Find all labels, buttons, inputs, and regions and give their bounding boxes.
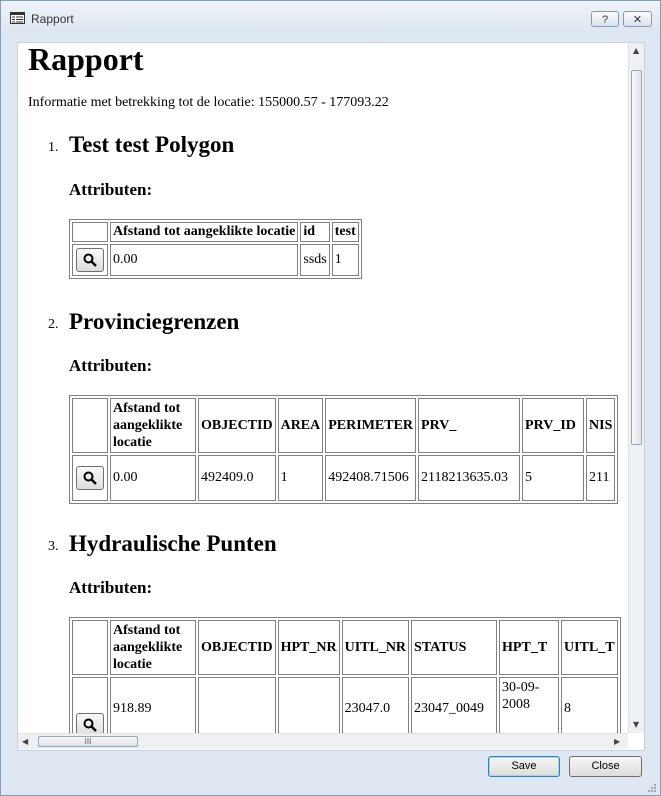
section-number: 2.: [48, 317, 59, 332]
magnifier-icon: [83, 253, 97, 267]
table-cell: 23047_0049: [411, 677, 498, 733]
attribute-table: Afstand tot aangeklikte locatie id test: [69, 219, 362, 279]
location-info: Informatie met betrekking tot de locatie…: [28, 95, 389, 110]
table-header: Afstand tot aangeklikte locatie: [110, 222, 299, 242]
window-close-button[interactable]: ✕: [623, 11, 652, 27]
vertical-scrollbar[interactable]: ▲ ▼: [628, 43, 644, 733]
section-title: Provinciegrenzen: [69, 309, 240, 334]
scroll-right-arrow-icon[interactable]: ▶: [614, 737, 620, 746]
magnifier-icon: [83, 718, 97, 732]
table-cell: 0.00: [110, 455, 196, 501]
table-cell: 5: [522, 455, 585, 501]
section-number: 1.: [48, 140, 59, 155]
horizontal-scroll-thumb[interactable]: III: [38, 736, 138, 747]
table-cell: 1: [331, 244, 359, 276]
table-cell: 211: [586, 455, 616, 501]
empty-header-cell: [72, 620, 108, 675]
horizontal-scrollbar[interactable]: ◀ III ▶: [18, 733, 628, 749]
table-row: 0.00 492409.0 1 492408.71506 2118213635.…: [72, 455, 616, 501]
table-row: 0.00 ssds 1: [72, 244, 359, 276]
section-number: 3.: [48, 539, 59, 554]
table-cell: 492409.0: [198, 455, 276, 501]
report-dialog: Rapport ? ✕ Rapport Informatie met betre…: [0, 0, 661, 796]
table-cell: 1: [277, 455, 324, 501]
table-header: PRV_ID: [522, 398, 585, 453]
close-button[interactable]: Close: [569, 756, 642, 777]
table-header: PRV_: [418, 398, 521, 453]
table-header-row: Afstand tot aangeklikte locatie id test: [72, 222, 359, 242]
zoom-cell: [72, 455, 108, 501]
report-window-icon: [10, 12, 25, 24]
table-cell: [198, 677, 276, 733]
section-title: Test test Polygon: [69, 132, 235, 157]
table-header: AREA: [277, 398, 324, 453]
table-cell: 23047.0: [341, 677, 410, 733]
table-header: HPT_NR: [277, 620, 340, 675]
table-header: OBJECTID: [198, 620, 276, 675]
attribute-table: Afstand tot aangeklikte locatie OBJECTID…: [69, 617, 621, 733]
table-cell: 30-09-2008: [499, 677, 560, 733]
resize-grip-icon[interactable]: [647, 783, 657, 793]
table-header: HPT_T: [499, 620, 560, 675]
table-header: Afstand tot aangeklikte locatie: [110, 620, 196, 675]
table-header: id: [300, 222, 330, 242]
table-header: UITL_NR: [341, 620, 410, 675]
empty-header-cell: [72, 398, 108, 453]
table-header: OBJECTID: [198, 398, 276, 453]
table-header: UITL_T: [561, 620, 618, 675]
table-cell: [277, 677, 340, 733]
help-icon: ?: [601, 14, 609, 26]
table-header: PERIMETER: [325, 398, 417, 453]
zoom-to-feature-button[interactable]: [76, 466, 104, 490]
table-cell: 8: [561, 677, 618, 733]
scroll-down-arrow-icon[interactable]: ▼: [633, 720, 639, 729]
table-cell: ssds: [300, 244, 330, 276]
table-cell: 2118213635.03: [418, 455, 521, 501]
section-subtitle: Attributen:: [69, 180, 153, 199]
table-header-row: Afstand tot aangeklikte locatie OBJECTID…: [72, 620, 618, 675]
vertical-scroll-thumb[interactable]: [631, 70, 642, 445]
table-cell: 492408.71506: [325, 455, 417, 501]
table-header: STATUS: [411, 620, 498, 675]
zoom-cell: [72, 244, 108, 276]
magnifier-icon: [83, 471, 97, 485]
table-cell: 918.89: [110, 677, 196, 733]
scroll-up-arrow-icon[interactable]: ▲: [633, 46, 639, 55]
zoom-cell: [72, 677, 108, 733]
table-header: NIS: [586, 398, 616, 453]
table-header: test: [331, 222, 359, 242]
table-header: Afstand tot aangeklikte locatie: [110, 398, 196, 453]
table-header-row: Afstand tot aangeklikte locatie OBJECTID…: [72, 398, 616, 453]
zoom-to-feature-button[interactable]: [76, 713, 104, 733]
table-row: 918.89 23047.0 23047_0049 30-09-2008 8: [72, 677, 618, 733]
window-title: Rapport: [31, 12, 74, 26]
title-bar[interactable]: Rapport ? ✕: [1, 1, 660, 37]
section-subtitle: Attributen:: [69, 578, 153, 597]
report-content: Rapport Informatie met betrekking tot de…: [18, 43, 628, 733]
section-subtitle: Attributen:: [69, 356, 153, 375]
scroll-left-arrow-icon[interactable]: ◀: [22, 737, 28, 746]
zoom-to-feature-button[interactable]: [76, 248, 104, 272]
report-viewer[interactable]: Rapport Informatie met betrekking tot de…: [17, 42, 645, 751]
attribute-table: Afstand tot aangeklikte locatie OBJECTID…: [69, 395, 619, 504]
empty-header-cell: [72, 222, 108, 242]
table-cell: 0.00: [110, 244, 299, 276]
help-button[interactable]: ?: [591, 11, 619, 27]
report-heading: Rapport: [28, 43, 144, 77]
close-icon: ✕: [632, 14, 643, 26]
section-title: Hydraulische Punten: [69, 531, 277, 556]
save-button[interactable]: Save: [488, 756, 560, 777]
